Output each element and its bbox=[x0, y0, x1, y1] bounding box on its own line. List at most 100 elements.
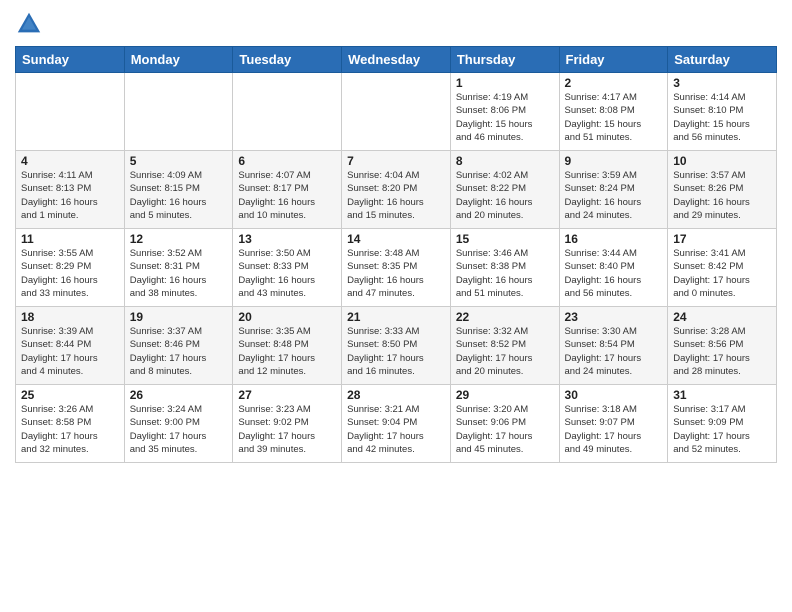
day-cell: 6Sunrise: 4:07 AM Sunset: 8:17 PM Daylig… bbox=[233, 151, 342, 229]
day-cell bbox=[233, 73, 342, 151]
day-info: Sunrise: 3:32 AM Sunset: 8:52 PM Dayligh… bbox=[456, 325, 554, 378]
day-number: 22 bbox=[456, 310, 554, 324]
day-number: 21 bbox=[347, 310, 445, 324]
weekday-header-thursday: Thursday bbox=[450, 47, 559, 73]
week-row-4: 18Sunrise: 3:39 AM Sunset: 8:44 PM Dayli… bbox=[16, 307, 777, 385]
week-row-1: 1Sunrise: 4:19 AM Sunset: 8:06 PM Daylig… bbox=[16, 73, 777, 151]
day-number: 27 bbox=[238, 388, 336, 402]
day-info: Sunrise: 3:24 AM Sunset: 9:00 PM Dayligh… bbox=[130, 403, 228, 456]
day-info: Sunrise: 4:14 AM Sunset: 8:10 PM Dayligh… bbox=[673, 91, 771, 144]
day-cell bbox=[342, 73, 451, 151]
day-cell: 12Sunrise: 3:52 AM Sunset: 8:31 PM Dayli… bbox=[124, 229, 233, 307]
day-cell: 21Sunrise: 3:33 AM Sunset: 8:50 PM Dayli… bbox=[342, 307, 451, 385]
weekday-header-wednesday: Wednesday bbox=[342, 47, 451, 73]
day-info: Sunrise: 4:07 AM Sunset: 8:17 PM Dayligh… bbox=[238, 169, 336, 222]
weekday-header-monday: Monday bbox=[124, 47, 233, 73]
day-info: Sunrise: 4:11 AM Sunset: 8:13 PM Dayligh… bbox=[21, 169, 119, 222]
page: SundayMondayTuesdayWednesdayThursdayFrid… bbox=[0, 0, 792, 612]
day-info: Sunrise: 3:35 AM Sunset: 8:48 PM Dayligh… bbox=[238, 325, 336, 378]
day-info: Sunrise: 3:37 AM Sunset: 8:46 PM Dayligh… bbox=[130, 325, 228, 378]
day-cell: 15Sunrise: 3:46 AM Sunset: 8:38 PM Dayli… bbox=[450, 229, 559, 307]
day-number: 2 bbox=[565, 76, 663, 90]
day-info: Sunrise: 3:46 AM Sunset: 8:38 PM Dayligh… bbox=[456, 247, 554, 300]
day-info: Sunrise: 3:28 AM Sunset: 8:56 PM Dayligh… bbox=[673, 325, 771, 378]
day-cell bbox=[124, 73, 233, 151]
day-info: Sunrise: 3:57 AM Sunset: 8:26 PM Dayligh… bbox=[673, 169, 771, 222]
day-info: Sunrise: 3:44 AM Sunset: 8:40 PM Dayligh… bbox=[565, 247, 663, 300]
day-info: Sunrise: 3:55 AM Sunset: 8:29 PM Dayligh… bbox=[21, 247, 119, 300]
logo bbox=[15, 10, 47, 38]
day-cell: 22Sunrise: 3:32 AM Sunset: 8:52 PM Dayli… bbox=[450, 307, 559, 385]
day-info: Sunrise: 3:59 AM Sunset: 8:24 PM Dayligh… bbox=[565, 169, 663, 222]
day-number: 14 bbox=[347, 232, 445, 246]
day-number: 23 bbox=[565, 310, 663, 324]
day-cell: 5Sunrise: 4:09 AM Sunset: 8:15 PM Daylig… bbox=[124, 151, 233, 229]
day-number: 17 bbox=[673, 232, 771, 246]
week-row-2: 4Sunrise: 4:11 AM Sunset: 8:13 PM Daylig… bbox=[16, 151, 777, 229]
day-cell: 26Sunrise: 3:24 AM Sunset: 9:00 PM Dayli… bbox=[124, 385, 233, 463]
day-info: Sunrise: 4:19 AM Sunset: 8:06 PM Dayligh… bbox=[456, 91, 554, 144]
day-cell bbox=[16, 73, 125, 151]
day-number: 10 bbox=[673, 154, 771, 168]
day-number: 13 bbox=[238, 232, 336, 246]
day-number: 11 bbox=[21, 232, 119, 246]
day-number: 15 bbox=[456, 232, 554, 246]
day-info: Sunrise: 3:21 AM Sunset: 9:04 PM Dayligh… bbox=[347, 403, 445, 456]
day-number: 28 bbox=[347, 388, 445, 402]
day-info: Sunrise: 4:04 AM Sunset: 8:20 PM Dayligh… bbox=[347, 169, 445, 222]
day-number: 18 bbox=[21, 310, 119, 324]
day-info: Sunrise: 3:50 AM Sunset: 8:33 PM Dayligh… bbox=[238, 247, 336, 300]
day-cell: 30Sunrise: 3:18 AM Sunset: 9:07 PM Dayli… bbox=[559, 385, 668, 463]
day-cell: 31Sunrise: 3:17 AM Sunset: 9:09 PM Dayli… bbox=[668, 385, 777, 463]
day-cell: 13Sunrise: 3:50 AM Sunset: 8:33 PM Dayli… bbox=[233, 229, 342, 307]
day-number: 24 bbox=[673, 310, 771, 324]
day-cell: 11Sunrise: 3:55 AM Sunset: 8:29 PM Dayli… bbox=[16, 229, 125, 307]
day-info: Sunrise: 4:02 AM Sunset: 8:22 PM Dayligh… bbox=[456, 169, 554, 222]
weekday-header-saturday: Saturday bbox=[668, 47, 777, 73]
day-info: Sunrise: 3:18 AM Sunset: 9:07 PM Dayligh… bbox=[565, 403, 663, 456]
day-number: 5 bbox=[130, 154, 228, 168]
calendar-header: SundayMondayTuesdayWednesdayThursdayFrid… bbox=[16, 47, 777, 73]
day-info: Sunrise: 4:17 AM Sunset: 8:08 PM Dayligh… bbox=[565, 91, 663, 144]
day-number: 12 bbox=[130, 232, 228, 246]
day-cell: 14Sunrise: 3:48 AM Sunset: 8:35 PM Dayli… bbox=[342, 229, 451, 307]
day-info: Sunrise: 3:52 AM Sunset: 8:31 PM Dayligh… bbox=[130, 247, 228, 300]
day-cell: 9Sunrise: 3:59 AM Sunset: 8:24 PM Daylig… bbox=[559, 151, 668, 229]
day-cell: 8Sunrise: 4:02 AM Sunset: 8:22 PM Daylig… bbox=[450, 151, 559, 229]
calendar: SundayMondayTuesdayWednesdayThursdayFrid… bbox=[15, 46, 777, 463]
day-cell: 10Sunrise: 3:57 AM Sunset: 8:26 PM Dayli… bbox=[668, 151, 777, 229]
day-info: Sunrise: 3:30 AM Sunset: 8:54 PM Dayligh… bbox=[565, 325, 663, 378]
day-cell: 28Sunrise: 3:21 AM Sunset: 9:04 PM Dayli… bbox=[342, 385, 451, 463]
day-number: 19 bbox=[130, 310, 228, 324]
day-cell: 25Sunrise: 3:26 AM Sunset: 8:58 PM Dayli… bbox=[16, 385, 125, 463]
day-cell: 19Sunrise: 3:37 AM Sunset: 8:46 PM Dayli… bbox=[124, 307, 233, 385]
day-info: Sunrise: 3:39 AM Sunset: 8:44 PM Dayligh… bbox=[21, 325, 119, 378]
day-number: 9 bbox=[565, 154, 663, 168]
day-number: 20 bbox=[238, 310, 336, 324]
weekday-row: SundayMondayTuesdayWednesdayThursdayFrid… bbox=[16, 47, 777, 73]
day-cell: 7Sunrise: 4:04 AM Sunset: 8:20 PM Daylig… bbox=[342, 151, 451, 229]
day-cell: 3Sunrise: 4:14 AM Sunset: 8:10 PM Daylig… bbox=[668, 73, 777, 151]
weekday-header-sunday: Sunday bbox=[16, 47, 125, 73]
day-info: Sunrise: 3:26 AM Sunset: 8:58 PM Dayligh… bbox=[21, 403, 119, 456]
day-number: 7 bbox=[347, 154, 445, 168]
day-info: Sunrise: 3:20 AM Sunset: 9:06 PM Dayligh… bbox=[456, 403, 554, 456]
day-number: 29 bbox=[456, 388, 554, 402]
weekday-header-tuesday: Tuesday bbox=[233, 47, 342, 73]
day-info: Sunrise: 3:23 AM Sunset: 9:02 PM Dayligh… bbox=[238, 403, 336, 456]
day-number: 6 bbox=[238, 154, 336, 168]
day-cell: 4Sunrise: 4:11 AM Sunset: 8:13 PM Daylig… bbox=[16, 151, 125, 229]
weekday-header-friday: Friday bbox=[559, 47, 668, 73]
day-info: Sunrise: 3:33 AM Sunset: 8:50 PM Dayligh… bbox=[347, 325, 445, 378]
week-row-5: 25Sunrise: 3:26 AM Sunset: 8:58 PM Dayli… bbox=[16, 385, 777, 463]
day-info: Sunrise: 3:17 AM Sunset: 9:09 PM Dayligh… bbox=[673, 403, 771, 456]
day-cell: 24Sunrise: 3:28 AM Sunset: 8:56 PM Dayli… bbox=[668, 307, 777, 385]
day-cell: 1Sunrise: 4:19 AM Sunset: 8:06 PM Daylig… bbox=[450, 73, 559, 151]
day-info: Sunrise: 3:41 AM Sunset: 8:42 PM Dayligh… bbox=[673, 247, 771, 300]
logo-icon bbox=[15, 10, 43, 38]
day-number: 26 bbox=[130, 388, 228, 402]
day-cell: 2Sunrise: 4:17 AM Sunset: 8:08 PM Daylig… bbox=[559, 73, 668, 151]
day-cell: 17Sunrise: 3:41 AM Sunset: 8:42 PM Dayli… bbox=[668, 229, 777, 307]
day-cell: 23Sunrise: 3:30 AM Sunset: 8:54 PM Dayli… bbox=[559, 307, 668, 385]
day-number: 3 bbox=[673, 76, 771, 90]
